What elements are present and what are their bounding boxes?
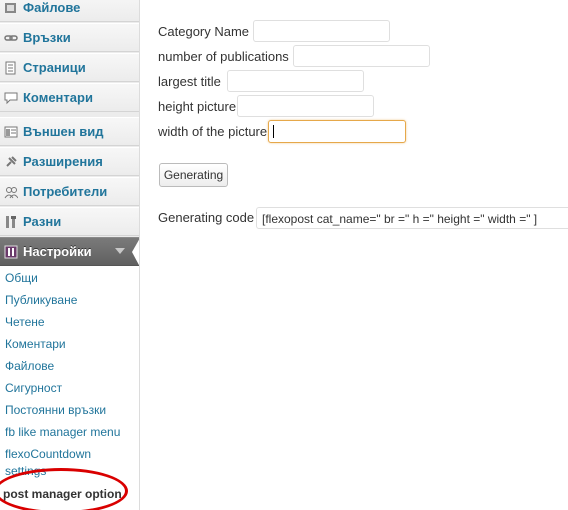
menu-label: Файлове	[23, 0, 81, 15]
height-picture-label: height picture	[158, 99, 237, 114]
submenu-item-privacy[interactable]: Сигурност	[5, 381, 62, 395]
pages-icon	[3, 60, 19, 76]
submenu-item-media[interactable]: Файлове	[5, 359, 54, 373]
users-icon	[3, 184, 19, 200]
submenu-item-fb-like-manager[interactable]: fb like manager menu	[5, 425, 120, 439]
submenu-item-flexo-countdown[interactable]: flexoCountdown	[5, 447, 91, 461]
menu-label: Настройки	[23, 244, 92, 259]
width-picture-label: width of the picture	[158, 124, 268, 139]
submenu-item-general[interactable]: Общи	[5, 271, 38, 285]
links-icon	[3, 30, 19, 46]
menu-item-users[interactable]: Потребители	[0, 177, 139, 206]
admin-sidebar: Файлове Връзки Страници Коментари Външен…	[0, 0, 140, 510]
generate-button[interactable]: Generating	[159, 163, 228, 187]
menu-item-media[interactable]: Файлове	[0, 0, 139, 22]
text-cursor	[273, 125, 274, 138]
menu-label: Потребители	[23, 184, 108, 199]
submenu-item-reading[interactable]: Четене	[5, 315, 45, 329]
plugins-icon	[3, 154, 19, 170]
menu-label: Разширения	[23, 154, 103, 169]
media-icon	[3, 0, 19, 16]
menu-item-plugins[interactable]: Разширения	[0, 147, 139, 176]
largest-title-input[interactable]	[227, 70, 364, 92]
comments-icon	[3, 90, 19, 106]
submenu-item-permalinks[interactable]: Постоянни връзки	[5, 403, 106, 417]
height-picture-input[interactable]	[237, 95, 374, 117]
largest-title-label: largest title	[158, 74, 221, 89]
settings-icon	[3, 244, 19, 260]
submenu-item-writing[interactable]: Публикуване	[5, 293, 77, 307]
menu-item-comments[interactable]: Коментари	[0, 83, 139, 112]
menu-label: Страници	[23, 60, 86, 75]
generating-code-output[interactable]: [flexopost cat_name=" br =" h =" height …	[256, 207, 568, 229]
menu-item-appearance[interactable]: Външен вид	[0, 117, 139, 146]
annotation-circle	[0, 468, 128, 510]
menu-item-links[interactable]: Връзки	[0, 23, 139, 52]
appearance-icon	[3, 124, 19, 140]
current-menu-pointer	[132, 238, 139, 267]
num-publications-input[interactable]	[293, 45, 430, 67]
menu-label: Връзки	[23, 30, 71, 45]
generating-code-label: Generating code	[158, 210, 255, 225]
menu-item-tools[interactable]: Разни	[0, 207, 139, 236]
category-name-input[interactable]	[253, 20, 390, 42]
menu-label: Разни	[23, 214, 62, 229]
menu-label: Коментари	[23, 90, 93, 105]
menu-label: Външен вид	[23, 124, 104, 139]
width-picture-input[interactable]	[268, 120, 406, 143]
menu-item-pages[interactable]: Страници	[0, 53, 139, 82]
category-name-label: Category Name	[158, 24, 250, 39]
menu-item-settings[interactable]: Настройки	[0, 237, 139, 267]
chevron-down-icon	[115, 248, 125, 254]
tools-icon	[3, 214, 19, 230]
num-publications-label: number of publications	[158, 49, 289, 64]
submenu-item-discussion[interactable]: Коментари	[5, 337, 66, 351]
